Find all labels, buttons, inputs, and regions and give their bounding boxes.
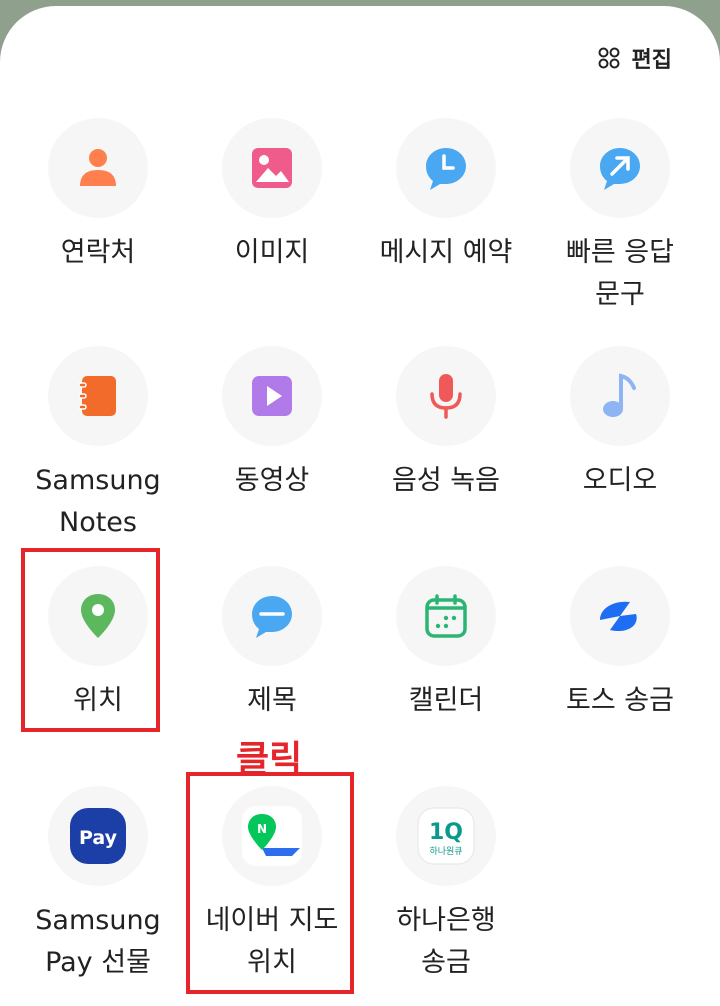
item-label: 오디오 — [582, 465, 658, 496]
item-label: 토스 송금 — [566, 685, 674, 716]
item-label: 빠른 응답 문구 — [566, 237, 674, 310]
samsung-pay-icon: Pay — [70, 808, 126, 864]
attachment-sheet: 편집 연락처 이미지 메시지 예약 빠른 응답 문구 Samsung Notes… — [0, 6, 720, 1006]
location-highlight-box — [21, 548, 160, 732]
scheduled-icon-circle — [396, 118, 496, 218]
item-scheduled-message[interactable]: 메시지 예약 — [359, 118, 533, 274]
toss-icon-circle — [570, 566, 670, 666]
item-toss-transfer[interactable]: 토스 송금 — [533, 566, 707, 722]
naver-map-highlight-box — [186, 772, 354, 994]
item-label: 이미지 — [234, 237, 310, 268]
contact-icon — [80, 149, 116, 186]
audio-icon-circle — [570, 346, 670, 446]
item-image[interactable]: 이미지 — [185, 118, 359, 274]
item-label: 하나은행 송금 — [396, 905, 496, 978]
subject-icon-circle — [222, 566, 322, 666]
item-voice-record[interactable]: 음성 녹음 — [359, 346, 533, 502]
samsung-pay-icon-circle: Pay — [48, 786, 148, 886]
edit-label: 편집 — [631, 48, 672, 73]
item-hana-bank-transfer[interactable]: 1Q 하나원큐 하나은행 송금 — [359, 786, 533, 984]
video-icon — [252, 376, 292, 416]
music-note-icon — [603, 373, 636, 417]
scheduled-message-icon — [426, 148, 466, 190]
subject-icon — [252, 596, 292, 638]
quick-reply-icon-circle — [570, 118, 670, 218]
item-label: 메시지 예약 — [379, 237, 513, 268]
item-label: 캘린더 — [408, 685, 484, 716]
svg-text:1Q: 1Q — [429, 820, 463, 845]
image-icon — [252, 148, 292, 188]
hana-bank-icon: 1Q 하나원큐 — [417, 807, 475, 865]
toss-icon — [600, 601, 637, 632]
voice-icon-circle — [396, 346, 496, 446]
item-video[interactable]: 동영상 — [185, 346, 359, 502]
contacts-icon-circle — [48, 118, 148, 218]
image-icon-circle — [222, 118, 322, 218]
item-label: Samsung Pay 선물 — [35, 905, 161, 978]
item-label: 동영상 — [234, 465, 310, 496]
item-contacts[interactable]: 연락처 — [11, 118, 185, 274]
video-icon-circle — [222, 346, 322, 446]
item-label: 연락처 — [60, 237, 136, 268]
item-label: 제목 — [247, 685, 297, 716]
quick-reply-icon — [600, 148, 640, 190]
grid-dots-icon — [598, 47, 620, 69]
item-quick-reply[interactable]: 빠른 응답 문구 — [533, 118, 707, 316]
hana-icon-circle: 1Q 하나원큐 — [396, 786, 496, 886]
svg-text:Pay: Pay — [79, 827, 118, 849]
item-calendar[interactable]: 캘린더 — [359, 566, 533, 722]
item-audio[interactable]: 오디오 — [533, 346, 707, 502]
microphone-icon — [430, 374, 462, 419]
svg-text:하나원큐: 하나원큐 — [429, 846, 462, 857]
edit-button[interactable]: 편집 — [598, 42, 672, 74]
item-subject[interactable]: 제목 — [185, 566, 359, 722]
notes-icon-circle — [48, 346, 148, 446]
calendar-icon — [425, 594, 467, 638]
calendar-icon-circle — [396, 566, 496, 666]
notes-icon — [78, 376, 116, 416]
item-label: 음성 녹음 — [392, 465, 500, 496]
item-samsung-notes[interactable]: Samsung Notes — [11, 346, 185, 544]
item-samsung-pay[interactable]: Pay Samsung Pay 선물 — [11, 786, 185, 984]
item-label: Samsung Notes — [35, 465, 161, 538]
